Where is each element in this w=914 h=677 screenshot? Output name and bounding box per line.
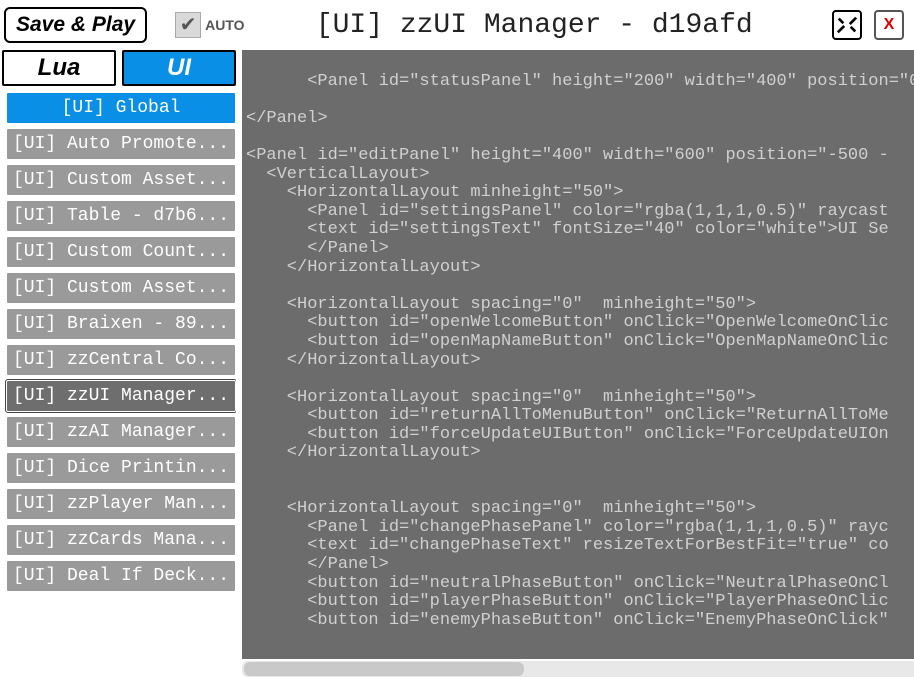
tools-button[interactable]	[832, 10, 862, 40]
sidebar-item-label: [UI] Deal If Deck...	[13, 566, 229, 586]
sidebar-item-label: [UI] zzAI Manager...	[13, 422, 229, 442]
tab-ui[interactable]: UI	[122, 50, 236, 86]
sidebar-item[interactable]: [UI] Auto Promote...	[6, 128, 236, 160]
auto-checkbox-group[interactable]: ✔ AUTO	[175, 12, 244, 38]
sidebar-item-label: [UI] Braixen - 89...	[13, 314, 229, 334]
check-icon: ✔	[175, 12, 201, 38]
sidebar-item-label: [UI] Global	[62, 98, 181, 118]
sidebar-item-label: [UI] Table - d7b6...	[13, 206, 229, 226]
close-button[interactable]: X	[874, 10, 904, 40]
sidebar-item-label: [UI] zzPlayer Man...	[13, 494, 229, 514]
sidebar-item-label: [UI] Custom Count...	[13, 242, 229, 262]
code-editor-content: <Panel id="statusPanel" height="200" wid…	[246, 72, 914, 630]
sidebar-item-label: [UI] zzUI Manager...	[13, 386, 229, 406]
sidebar-item-global[interactable]: [UI] Global	[6, 92, 236, 124]
window-title: [UI] zzUI Manager - d19afd	[245, 10, 824, 41]
sidebar-item[interactable]: [UI] Custom Asset...	[6, 164, 236, 196]
tab-lua[interactable]: Lua	[2, 50, 116, 86]
sidebar-item[interactable]: [UI] zzCards Mana...	[6, 524, 236, 556]
sidebar-item[interactable]: [UI] Custom Count...	[6, 236, 236, 268]
sidebar-item[interactable]: [UI] Deal If Deck...	[6, 560, 236, 592]
sidebar-item-label: [UI] zzCentral Co...	[13, 350, 229, 370]
sidebar-item-label: [UI] Dice Printin...	[13, 458, 229, 478]
sidebar-item[interactable]: [UI] Table - d7b6...	[6, 200, 236, 232]
save-and-play-button[interactable]: Save & Play	[4, 7, 147, 43]
sidebar-item[interactable]: [UI] Custom Asset...	[6, 272, 236, 304]
sidebar-item-label: [UI] Custom Asset...	[13, 170, 229, 190]
sidebar-item[interactable]: [UI] zzPlayer Man...	[6, 488, 236, 520]
editor-hscrollbar[interactable]	[242, 661, 914, 677]
sidebar-item[interactable]: [UI] zzUI Manager...	[6, 380, 236, 412]
sidebar-item[interactable]: [UI] zzCentral Co...	[6, 344, 236, 376]
sidebar-item[interactable]: [UI] zzAI Manager...	[6, 416, 236, 448]
sidebar-item-label: [UI] zzCards Mana...	[13, 530, 229, 550]
sidebar-item[interactable]: [UI] Braixen - 89...	[6, 308, 236, 340]
sidebar-item-label: [UI] Custom Asset...	[13, 278, 229, 298]
editor-hscrollbar-thumb[interactable]	[244, 662, 524, 676]
sidebar-item[interactable]: [UI] Dice Printin...	[6, 452, 236, 484]
auto-label: AUTO	[205, 17, 244, 33]
code-editor[interactable]: <Panel id="statusPanel" height="200" wid…	[242, 50, 914, 659]
sidebar-item-label: [UI] Auto Promote...	[13, 134, 229, 154]
tools-icon	[836, 14, 858, 36]
